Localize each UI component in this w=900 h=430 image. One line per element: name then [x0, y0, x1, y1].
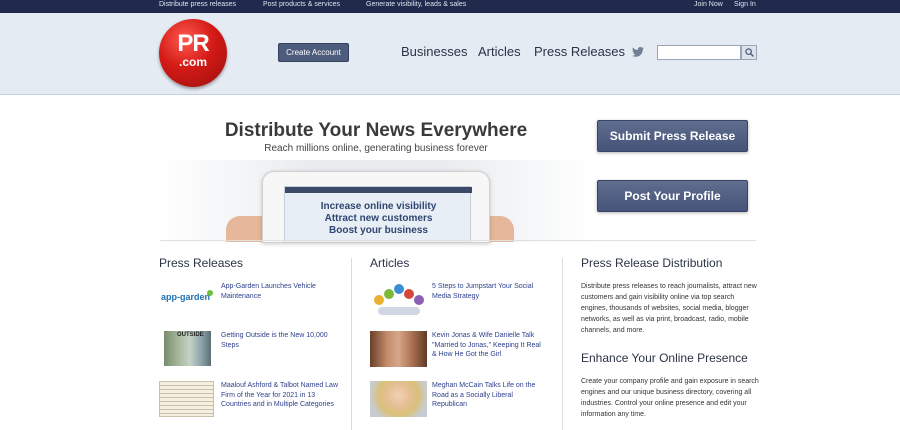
press-release-thumbnail[interactable]: OUTSIDE — [164, 331, 211, 366]
create-account-button[interactable]: Create Account — [278, 43, 349, 62]
hero-subtitle: Reach millions online, generating busine… — [264, 143, 488, 154]
nav-articles[interactable]: Articles — [478, 44, 521, 59]
press-release-link[interactable]: Maalouf Ashford & Talbot Named Law Firm … — [221, 381, 339, 410]
nav-businesses[interactable]: Businesses — [401, 44, 467, 59]
leaf-icon — [207, 290, 213, 296]
tablet-line-visibility: Increase online visibility — [320, 201, 437, 212]
nav-press-releases[interactable]: Press Releases — [534, 44, 625, 59]
article-thumbnail[interactable] — [370, 381, 427, 417]
tablet-screen: Increase online visibility Attract new c… — [284, 186, 472, 242]
person-icon — [374, 295, 384, 305]
sign-in-link[interactable]: Sign In — [734, 1, 756, 8]
person-icon — [414, 295, 424, 305]
press-release-link[interactable]: App-Garden Launches Vehicle Maintenance — [221, 282, 339, 301]
logo-text-pr: PR — [177, 30, 209, 57]
thumbnail-magazine-text: OUTSIDE — [177, 332, 204, 338]
person-icon — [394, 284, 404, 294]
site-header: PR .com Create Account Businesses Articl… — [0, 13, 900, 95]
online-presence-heading: Enhance Your Online Presence — [581, 351, 748, 365]
topbar-link-products[interactable]: Post products & services — [263, 1, 340, 8]
distribution-heading: Press Release Distribution — [581, 256, 723, 270]
column-divider — [562, 258, 563, 430]
tablet-line-customers: Attract new customers — [324, 213, 433, 224]
article-thumbnail[interactable] — [370, 279, 427, 317]
press-release-thumbnail[interactable] — [159, 381, 214, 417]
person-icon — [404, 289, 414, 299]
press-release-thumbnail[interactable]: app-garden — [159, 282, 214, 312]
article-link[interactable]: Kevin Jonas & Wife Danielle Talk "Marrie… — [432, 331, 547, 360]
thumbnail-logo-text: app-garden — [161, 292, 211, 302]
search-icon — [745, 48, 754, 57]
articles-heading: Articles — [370, 256, 410, 270]
tablet-screen-bar — [285, 187, 472, 193]
topbar-link-visibility[interactable]: Generate visibility, leads & sales — [366, 1, 466, 8]
top-bar: Distribute press releases Post products … — [0, 0, 900, 13]
twitter-icon[interactable] — [632, 47, 644, 57]
topbar-link-distribute[interactable]: Distribute press releases — [159, 1, 236, 8]
post-your-profile-button[interactable]: Post Your Profile — [597, 180, 748, 212]
search-input[interactable] — [657, 45, 741, 60]
distribution-text: Distribute press releases to reach journ… — [581, 283, 757, 334]
article-link[interactable]: Meghan McCain Talks Life on the Road as … — [432, 381, 547, 410]
logo-text-com: .com — [178, 55, 207, 69]
join-now-link[interactable]: Join Now — [694, 1, 723, 8]
person-icon — [384, 289, 394, 299]
submit-press-release-button[interactable]: Submit Press Release — [597, 120, 748, 152]
pr-com-logo[interactable]: PR .com — [159, 19, 227, 87]
search-button[interactable] — [741, 45, 757, 60]
hero-divider — [160, 240, 756, 241]
column-divider — [351, 258, 352, 430]
bubble-icon — [378, 307, 420, 315]
article-link[interactable]: 5 Steps to Jumpstart Your Social Media S… — [432, 282, 547, 301]
hero-title: Distribute Your News Everywhere — [224, 120, 528, 141]
article-thumbnail[interactable] — [370, 331, 427, 367]
online-presence-text: Create your company profile and gain exp… — [581, 378, 759, 418]
press-release-link[interactable]: Getting Outside is the New 10,000 Steps — [221, 331, 339, 350]
press-releases-heading: Press Releases — [159, 256, 244, 270]
tablet-line-business: Boost your business — [329, 225, 428, 236]
